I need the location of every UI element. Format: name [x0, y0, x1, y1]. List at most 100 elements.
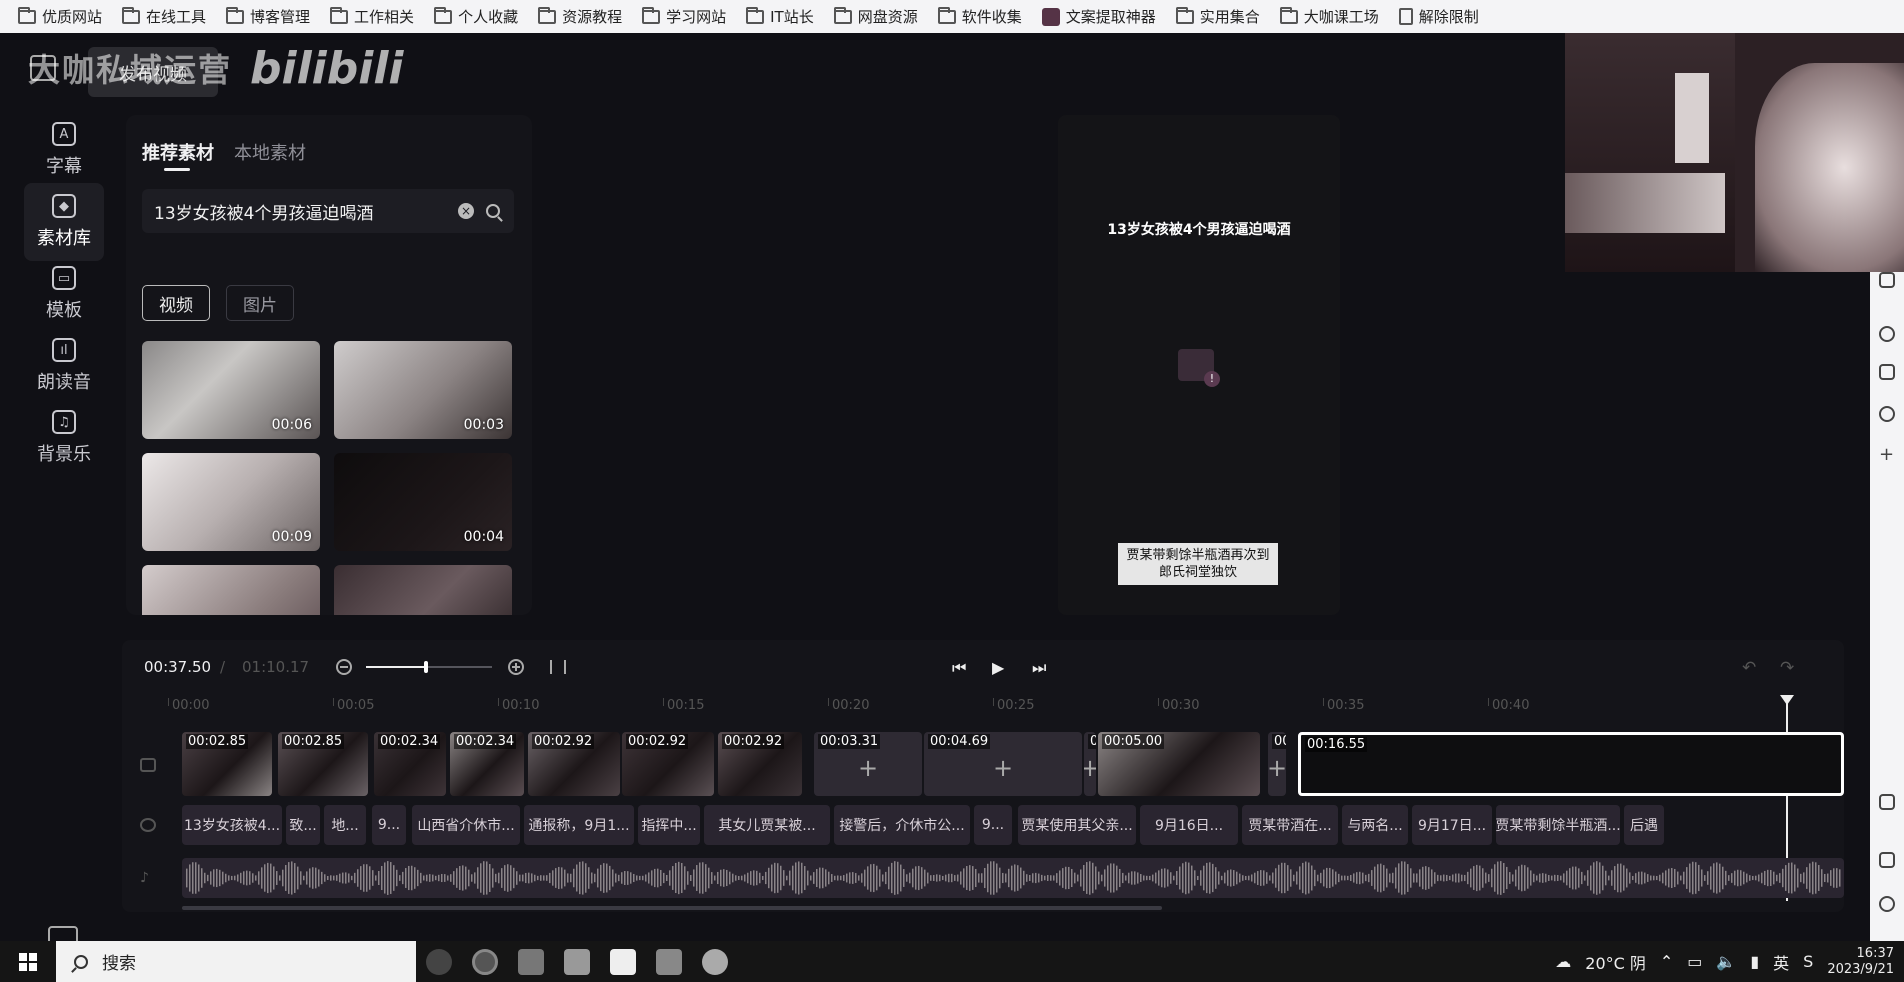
- taskbar-app[interactable]: [554, 941, 600, 982]
- video-clip[interactable]: 00:04.69 +: [924, 732, 1082, 796]
- subtitle-block[interactable]: 指挥中...: [638, 805, 700, 845]
- video-clip[interactable]: 00:16.55: [1298, 732, 1844, 796]
- external-link-icon[interactable]: [1879, 852, 1895, 868]
- screenshot-icon[interactable]: [1879, 794, 1895, 810]
- add-media-icon[interactable]: +: [1268, 754, 1286, 782]
- zoom-out-icon[interactable]: [336, 659, 352, 675]
- bookmark-item[interactable]: 实用集合: [1168, 0, 1272, 33]
- add-icon[interactable]: +: [1879, 446, 1895, 464]
- subtitle-block[interactable]: 致...: [286, 805, 320, 845]
- redo-icon[interactable]: ↷: [1780, 658, 1794, 678]
- volume-icon[interactable]: 🔈: [1716, 952, 1736, 971]
- subtitle-block[interactable]: 其女儿贾某被...: [704, 805, 830, 845]
- tab-local[interactable]: 本地素材: [234, 139, 306, 165]
- horizontal-scrollbar[interactable]: [182, 906, 1162, 910]
- video-clip[interactable]: 00:02.34: [450, 732, 524, 796]
- bookmark-item[interactable]: 博客管理: [218, 0, 322, 33]
- undo-icon[interactable]: ↶: [1742, 658, 1756, 678]
- zoom-in-icon[interactable]: [508, 659, 524, 675]
- ime-indicator[interactable]: 英: [1773, 950, 1789, 974]
- settings-icon[interactable]: [1879, 896, 1895, 912]
- video-thumbnail[interactable]: [334, 565, 512, 615]
- video-clip[interactable]: 0(+: [1084, 732, 1096, 796]
- battery-icon[interactable]: ▮: [1750, 952, 1759, 971]
- subtitle-block[interactable]: 贾某带酒在...: [1242, 805, 1338, 845]
- video-thumbnail[interactable]: 00:03: [334, 341, 512, 439]
- sidebar-item-templates[interactable]: ▭ 模板: [24, 255, 104, 333]
- subtitle-block[interactable]: 9月17日...: [1412, 805, 1492, 845]
- video-thumbnail[interactable]: [142, 565, 320, 615]
- video-clip[interactable]: 00:02.34: [374, 732, 446, 796]
- network-icon[interactable]: ▭: [1687, 952, 1702, 971]
- openai-icon[interactable]: [1879, 406, 1895, 422]
- bookmark-item[interactable]: 解除限制: [1391, 0, 1491, 33]
- start-button[interactable]: [0, 941, 56, 982]
- extension-icon[interactable]: [1879, 272, 1895, 288]
- sidebar-item-material-library[interactable]: ◆ 素材库: [24, 183, 104, 261]
- game-icon[interactable]: [1879, 364, 1895, 380]
- video-preview[interactable]: 13岁女孩被4个男孩逼迫喝酒 贾某带剩馀半瓶酒再次到 郎氏祠堂独饮: [1058, 115, 1340, 615]
- video-clip[interactable]: 00:05.00: [1098, 732, 1260, 796]
- refresh-icon[interactable]: [1879, 326, 1895, 342]
- weather-text[interactable]: 20°C 阴: [1585, 950, 1646, 974]
- app-tray-icon[interactable]: S: [1803, 952, 1813, 971]
- subtitle-block[interactable]: 9...: [974, 805, 1012, 845]
- clear-icon[interactable]: ×: [458, 203, 474, 219]
- clock[interactable]: 16:37 2023/9/21: [1827, 946, 1894, 978]
- video-clip[interactable]: 00:02.92: [622, 732, 714, 796]
- sidebar-item-voiceover[interactable]: ıl 朗读音: [24, 327, 104, 405]
- subtitle-block[interactable]: 通报称，9月1...: [524, 805, 634, 845]
- fit-timeline-icon[interactable]: [550, 660, 566, 674]
- bookmark-item[interactable]: 学习网站: [634, 0, 738, 33]
- bookmark-item[interactable]: 在线工具: [114, 0, 218, 33]
- bookmark-item[interactable]: 工作相关: [322, 0, 426, 33]
- time-ruler[interactable]: 00:00 00:05 00:10 00:15 00:20 00:25 00:30 00:35…: [167, 698, 1844, 720]
- add-media-icon[interactable]: +: [993, 754, 1013, 782]
- zoom-knob[interactable]: [424, 661, 428, 673]
- taskbar-app[interactable]: [692, 941, 738, 982]
- bookmark-item[interactable]: IT站长: [738, 0, 826, 33]
- video-type-button[interactable]: 视频: [142, 285, 210, 321]
- taskbar-app[interactable]: [416, 941, 462, 982]
- subtitle-block[interactable]: 贾某带剩馀半瓶酒...: [1496, 805, 1620, 845]
- audio-waveform[interactable]: [182, 858, 1844, 898]
- tab-recommended[interactable]: 推荐素材: [142, 139, 214, 165]
- video-thumbnail[interactable]: 00:04: [334, 453, 512, 551]
- video-clip[interactable]: 00:02.85: [278, 732, 368, 796]
- taskbar-app[interactable]: [600, 941, 646, 982]
- video-clip[interactable]: 00:01 +: [1268, 732, 1286, 796]
- tray-chevron-icon[interactable]: ⌃: [1660, 952, 1673, 971]
- taskbar-app[interactable]: [646, 941, 692, 982]
- video-clip[interactable]: 00:02.85: [182, 732, 272, 796]
- search-icon[interactable]: [486, 204, 500, 218]
- sidebar-item-subtitles[interactable]: A 字幕: [24, 111, 104, 189]
- subtitle-block[interactable]: 后遇: [1624, 805, 1664, 845]
- video-clip[interactable]: 00:03.31 +: [814, 732, 922, 796]
- search-value[interactable]: 13岁女孩被4个男孩逼迫喝酒: [154, 199, 458, 224]
- subtitle-block[interactable]: 贾某使用其父亲...: [1018, 805, 1136, 845]
- image-type-button[interactable]: 图片: [226, 285, 294, 321]
- taskbar-search[interactable]: 搜索: [56, 941, 416, 982]
- subtitle-block[interactable]: 13岁女孩被4...: [182, 805, 282, 845]
- video-clip[interactable]: 00:02.92: [718, 732, 802, 796]
- bookmark-item[interactable]: 个人收藏: [426, 0, 530, 33]
- subtitle-block[interactable]: 9月16日...: [1140, 805, 1238, 845]
- add-media-icon[interactable]: +: [1084, 754, 1096, 782]
- sidebar-item-background-music[interactable]: ♫ 背景乐: [24, 399, 104, 477]
- subtitle-block[interactable]: 地...: [324, 805, 366, 845]
- video-thumbnail[interactable]: 00:09: [142, 453, 320, 551]
- search-input[interactable]: 13岁女孩被4个男孩逼迫喝酒 ×: [142, 189, 514, 233]
- add-media-icon[interactable]: +: [858, 754, 878, 782]
- taskbar-app[interactable]: [462, 941, 508, 982]
- subtitle-block[interactable]: 9...: [372, 805, 406, 845]
- bookmark-item[interactable]: 优质网站: [10, 0, 114, 33]
- subtitle-block[interactable]: 接警后，介休市公...: [834, 805, 970, 845]
- subtitle-block[interactable]: 与两名...: [1342, 805, 1408, 845]
- play-icon[interactable]: ▶: [992, 658, 1004, 677]
- video-thumbnail[interactable]: 00:06: [142, 341, 320, 439]
- taskbar-app[interactable]: [508, 941, 554, 982]
- next-icon[interactable]: ⏭: [1032, 658, 1046, 678]
- bookmark-item[interactable]: 大咖课工场: [1272, 0, 1391, 33]
- previous-icon[interactable]: ⏮: [952, 658, 966, 678]
- bookmark-item[interactable]: 软件收集: [930, 0, 1034, 33]
